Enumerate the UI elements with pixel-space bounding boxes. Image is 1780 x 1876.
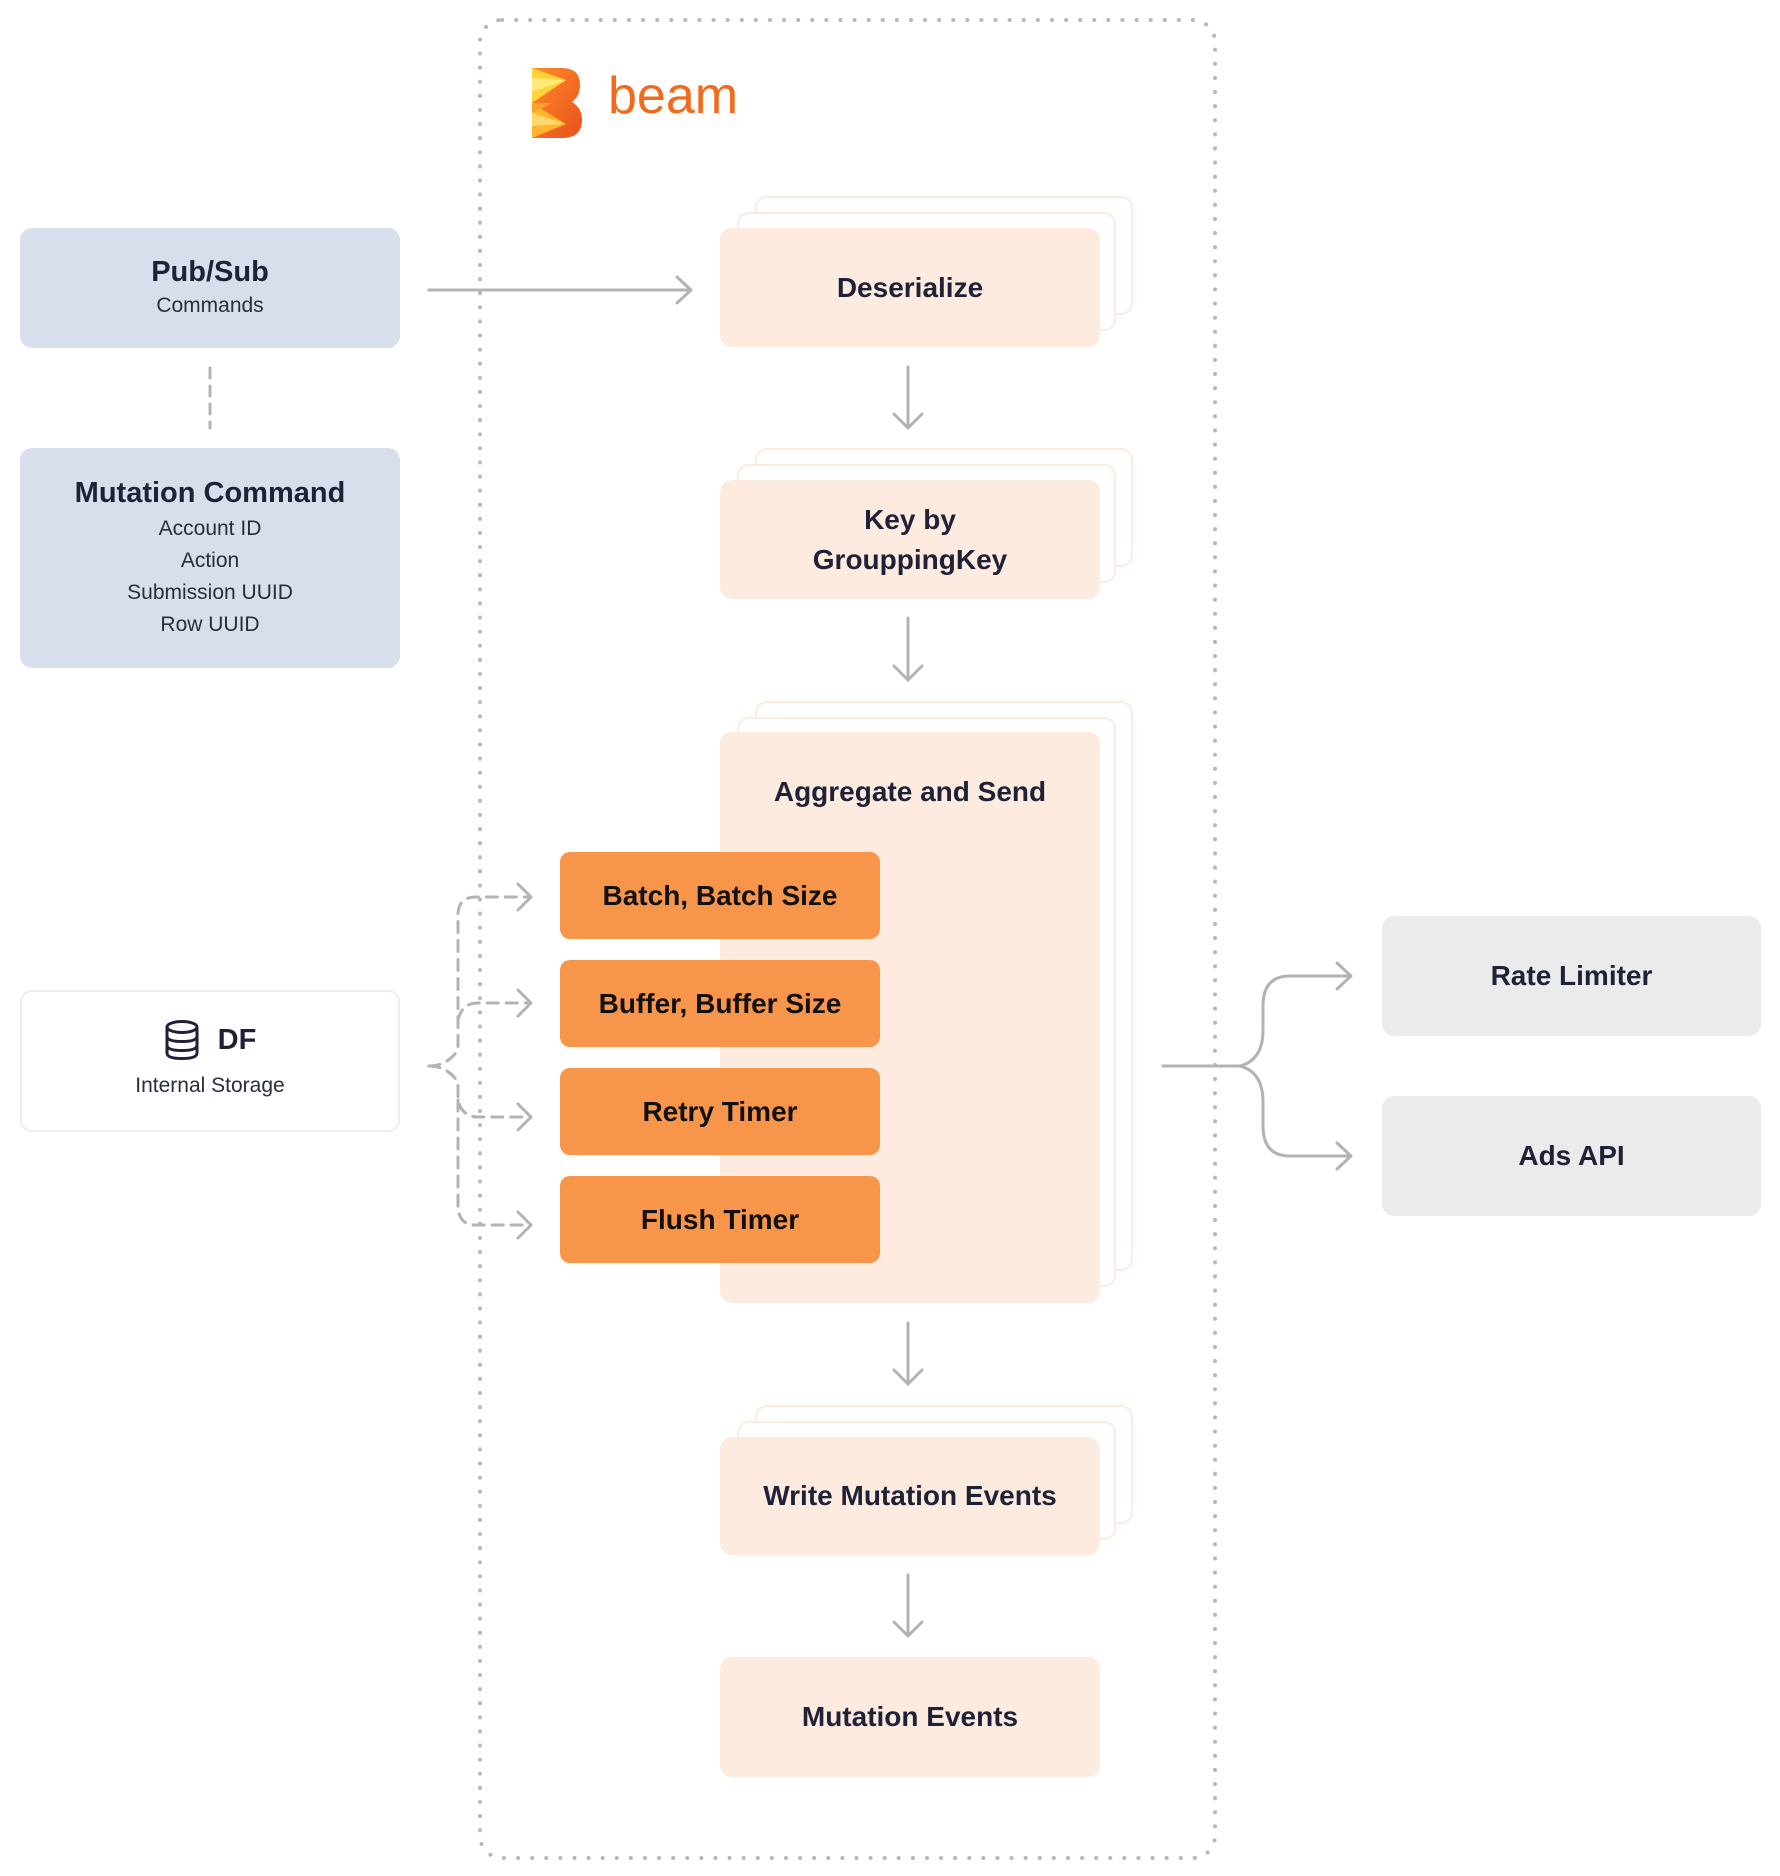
field-account-id: Account ID — [158, 517, 262, 540]
field-action: Action — [180, 549, 240, 572]
param-flush-timer: Flush Timer — [560, 1176, 880, 1263]
stage-aggregate-label: Aggregate and Send — [773, 776, 1047, 807]
down-arrow-1 — [892, 365, 924, 430]
down-arrow-4 — [892, 1573, 924, 1638]
stage-deserialize: Deserialize — [720, 228, 1100, 347]
aggregate-to-sinks-connector — [1161, 961, 1353, 1171]
internal-storage-box: DF Internal Storage — [20, 990, 400, 1132]
database-icon — [165, 1020, 199, 1060]
param-batch-size: Batch, Batch Size — [560, 852, 880, 939]
storage-header: DF — [164, 1020, 257, 1060]
stage-mutation-events-label: Mutation Events — [801, 1701, 1019, 1732]
storage-brace-connector — [427, 895, 530, 1227]
mutation-command-box: Mutation Command Account ID Action Submi… — [20, 448, 400, 668]
pubsub-subtitle: Commands — [156, 294, 264, 317]
sink-ads-api-label: Ads API — [1518, 1140, 1625, 1171]
sink-rate-limiter-label: Rate Limiter — [1490, 960, 1653, 991]
mutation-command-title: Mutation Command — [74, 477, 346, 509]
down-arrow-2 — [892, 616, 924, 682]
sink-rate-limiter: Rate Limiter — [1382, 916, 1761, 1036]
field-row-uuid: Row UUID — [160, 613, 260, 636]
param-retry-timer-label: Retry Timer — [642, 1095, 798, 1127]
storage-subtitle: Internal Storage — [135, 1074, 285, 1097]
stage-deserialize-label: Deserialize — [836, 271, 984, 303]
param-buffer-size-label: Buffer, Buffer Size — [598, 987, 842, 1019]
pubsub-title: Pub/Sub — [151, 256, 269, 288]
stage-write-label: Write Mutation Events — [763, 1480, 1057, 1511]
field-submission-uuid: Submission UUID — [127, 581, 293, 604]
pubsub-to-deserialize-arrow — [427, 275, 693, 305]
stage-key-by-label-line-2: GrouppingKey — [812, 543, 1008, 575]
stage-mutation-events: Mutation Events — [720, 1657, 1100, 1777]
param-buffer-size: Buffer, Buffer Size — [560, 960, 880, 1047]
pubsub-source-box: Pub/Sub Commands — [20, 228, 400, 348]
apache-beam-logo-icon — [532, 68, 582, 138]
param-flush-timer-label: Flush Timer — [640, 1203, 800, 1235]
stage-write-mutation-events: Write Mutation Events — [720, 1437, 1100, 1555]
param-batch-size-label: Batch, Batch Size — [602, 879, 838, 911]
param-arrowheads — [516, 882, 533, 1240]
down-arrow-3 — [892, 1321, 924, 1386]
stage-key-by: Key by GrouppingKey — [720, 480, 1100, 599]
param-retry-timer: Retry Timer — [560, 1068, 880, 1155]
stage-key-by-label-line-1: Key by — [864, 503, 956, 535]
beam-wordmark: beam — [608, 67, 739, 125]
sink-ads-api: Ads API — [1382, 1096, 1761, 1216]
storage-title: DF — [217, 1024, 257, 1056]
